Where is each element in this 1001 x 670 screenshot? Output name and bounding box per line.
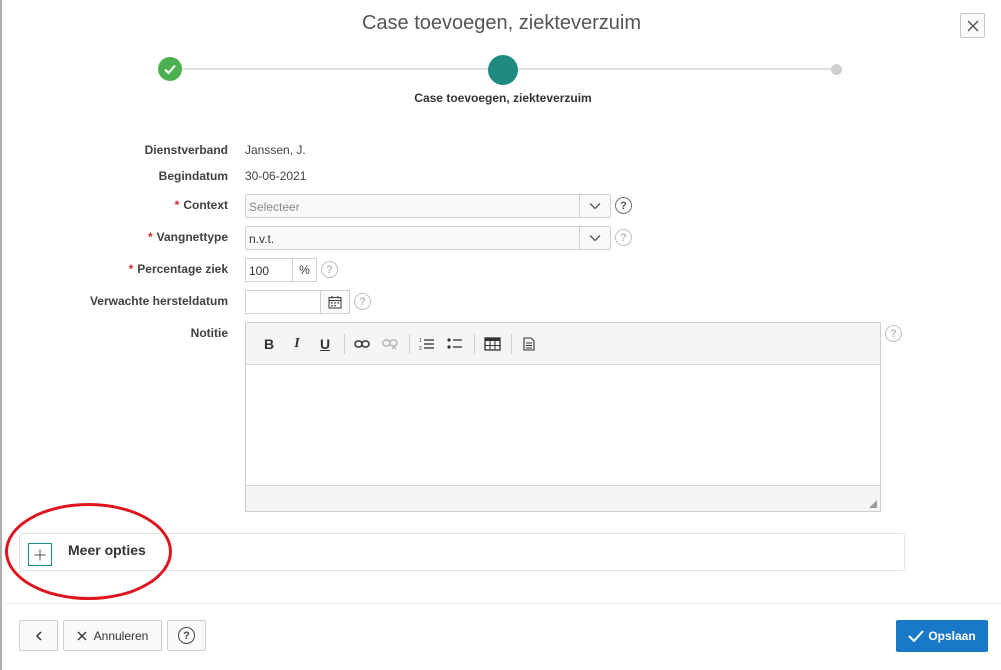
underline-icon[interactable]: U <box>314 333 336 355</box>
save-label: Opslaan <box>928 629 976 643</box>
context-placeholder: Selecteer <box>249 200 300 214</box>
label-dienstverband: Dienstverband <box>144 143 228 157</box>
vangnettype-value: n.v.t. <box>249 232 275 246</box>
cancel-button[interactable]: Annuleren <box>63 620 162 651</box>
step-current <box>488 55 518 85</box>
step-connector <box>170 68 503 70</box>
toolbar-separator <box>409 333 410 354</box>
dialog: Case toevoegen, ziekteverzuim Case toevo… <box>0 0 1001 670</box>
required-marker: * <box>147 230 153 244</box>
calendar-button[interactable] <box>320 290 350 314</box>
previous-button[interactable] <box>19 620 58 651</box>
editor-toolbar: B I U 12 <box>246 323 880 365</box>
help-icon[interactable]: ? <box>615 197 632 214</box>
svg-text:1: 1 <box>419 338 422 344</box>
source-document-icon[interactable] <box>518 333 540 355</box>
hersteldatum-input[interactable] <box>245 290 321 314</box>
context-select[interactable]: Selecteer <box>245 194 611 218</box>
value-begindatum: 30-06-2021 <box>245 169 307 183</box>
checkmark-icon <box>908 630 925 642</box>
step-pending <box>831 64 842 75</box>
dialog-footer: Annuleren ? Opslaan <box>4 603 1001 670</box>
close-icon <box>77 631 87 640</box>
label-percentage: * Percentage ziek <box>128 262 228 276</box>
required-marker: * <box>128 262 134 276</box>
vangnettype-select[interactable]: n.v.t. <box>245 226 611 250</box>
wizard-stepper: Case toevoegen, ziekteverzuim <box>2 55 1001 115</box>
row-dienstverband: Dienstverband Janssen, J. <box>2 139 1001 163</box>
help-icon[interactable]: ? <box>885 325 902 342</box>
resize-handle-icon[interactable] <box>869 500 877 508</box>
step-connector <box>503 68 836 70</box>
toolbar-separator <box>474 333 475 354</box>
close-button[interactable] <box>960 13 985 38</box>
link-icon[interactable] <box>351 333 373 355</box>
toolbar-separator <box>344 333 345 354</box>
help-button[interactable]: ? <box>167 620 206 651</box>
numbered-list-icon[interactable]: 12 <box>416 333 438 355</box>
rich-text-editor: B I U 12 <box>245 322 881 512</box>
help-icon[interactable]: ? <box>354 293 371 310</box>
required-marker: * <box>174 198 180 212</box>
row-hersteldatum: Verwachte hersteldatum ? <box>2 290 1001 314</box>
row-context: * Context Selecteer ? <box>2 194 1001 218</box>
help-icon: ? <box>178 627 195 644</box>
unlink-icon[interactable] <box>379 333 401 355</box>
label-notitie: Notitie <box>190 326 228 340</box>
label-hersteldatum: Verwachte hersteldatum <box>89 294 228 308</box>
chevron-down-icon[interactable] <box>579 227 610 249</box>
label-begindatum: Begindatum <box>158 169 228 183</box>
help-icon[interactable]: ? <box>615 229 632 246</box>
bold-icon[interactable]: B <box>258 333 280 355</box>
label-vangnettype: * Vangnettype <box>147 230 228 244</box>
chevron-left-icon <box>35 630 42 641</box>
step-current-label: Case toevoegen, ziekteverzuim <box>414 91 592 105</box>
row-percentage: * Percentage ziek 100 % ? <box>2 258 1001 282</box>
cancel-label: Annuleren <box>93 628 149 643</box>
label-context: * Context <box>174 198 228 212</box>
editor-content-area[interactable] <box>246 365 880 486</box>
percentage-unit: % <box>292 258 317 282</box>
table-icon[interactable] <box>481 333 503 355</box>
bullet-list-icon[interactable] <box>444 333 466 355</box>
row-vangnettype: * Vangnettype n.v.t. ? <box>2 226 1001 250</box>
toolbar-separator <box>511 333 512 354</box>
close-icon <box>967 20 978 31</box>
red-highlight-annotation <box>5 503 172 600</box>
dialog-title: Case toevoegen, ziekteverzuim <box>361 12 642 34</box>
step-completed <box>158 57 182 81</box>
checkmark-icon <box>164 64 176 75</box>
value-dienstverband: Janssen, J. <box>245 143 306 157</box>
italic-icon[interactable]: I <box>286 333 308 355</box>
chevron-down-icon[interactable] <box>579 195 610 217</box>
percentage-input[interactable]: 100 <box>245 258 293 282</box>
editor-statusbar <box>246 485 880 511</box>
calendar-icon <box>328 296 342 309</box>
help-icon[interactable]: ? <box>321 261 338 278</box>
row-begindatum: Begindatum 30-06-2021 <box>2 165 1001 189</box>
save-button[interactable]: Opslaan <box>896 620 988 652</box>
svg-text:2: 2 <box>419 346 422 351</box>
